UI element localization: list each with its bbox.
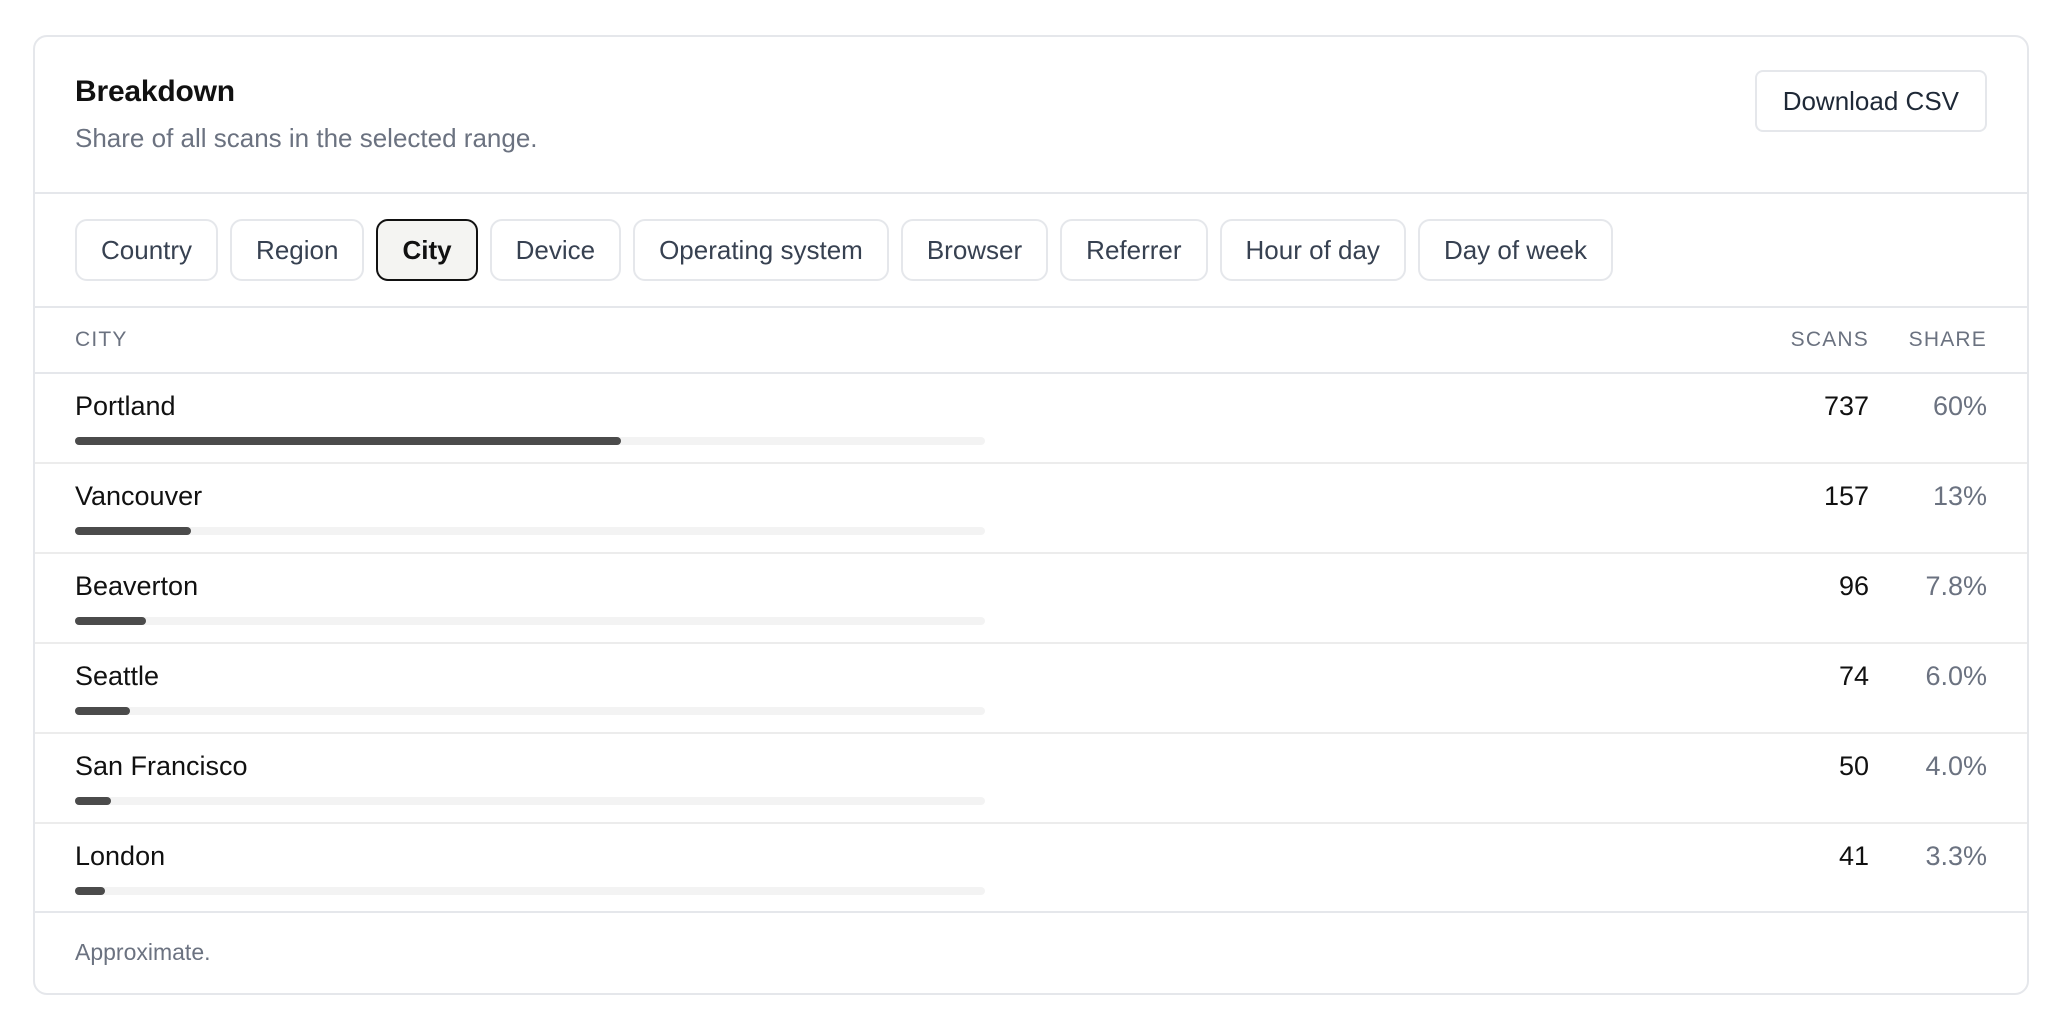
share-bar-fill [75,437,621,445]
share-bar-track [75,797,985,805]
table-row: Portland 737 60% [35,374,2027,464]
share-bar-track [75,437,985,445]
row-city-name: Vancouver [75,481,203,511]
table-row: Beaverton 96 7.8% [35,554,2027,644]
table-header: CITY SCANS SHARE [35,308,2027,374]
share-bar-fill [75,527,192,535]
row-scans-value: 157 [1823,481,1869,511]
share-bar-fill [75,617,146,625]
tab-country[interactable]: Country [75,219,219,281]
tab-operating-system[interactable]: Operating system [633,219,889,281]
row-share-value: 4.0% [1925,751,1987,781]
table-row: Seattle 74 6.0% [35,644,2027,734]
share-bar-fill [75,887,106,895]
row-city-name: Seattle [75,661,160,691]
column-header-share: SHARE [1908,328,1987,351]
tab-city[interactable]: City [376,219,478,281]
download-csv-button[interactable]: Download CSV [1754,70,1987,132]
tab-device[interactable]: Device [489,219,622,281]
tab-browser[interactable]: Browser [900,219,1049,281]
row-city-name: London [75,841,166,871]
row-scans-value: 74 [1838,661,1869,691]
row-scans-value: 50 [1838,751,1869,781]
share-bar-fill [75,707,130,715]
tab-day-of-week[interactable]: Day of week [1417,219,1614,281]
table-row: London 41 3.3% [35,824,2027,914]
row-share-value: 7.8% [1925,571,1987,601]
row-city-name: San Francisco [75,751,248,781]
dimension-tabs: Country Region City Device Operating system B… [35,194,2027,308]
row-share-value: 6.0% [1925,661,1987,691]
table-body: Portland 737 60% Vancouver 157 13% Beaverton 96… [35,374,2027,914]
tab-referrer[interactable]: Referrer [1060,219,1208,281]
column-header-scans: SCANS [1790,328,1869,351]
breakdown-card: Breakdown Share of all scans in the sele… [33,35,2029,995]
card-subtitle: Share of all scans in the selected range… [75,123,538,153]
share-bar-track [75,527,985,535]
tab-hour-of-day[interactable]: Hour of day [1219,219,1406,281]
row-city-name: Beaverton [75,571,199,601]
row-share-value: 13% [1932,481,1987,511]
row-scans-value: 737 [1823,391,1869,421]
table-row: Vancouver 157 13% [35,464,2027,554]
tab-region[interactable]: Region [230,219,365,281]
share-bar-track [75,707,985,715]
row-scans-value: 96 [1838,571,1869,601]
row-city-name: Portland [75,391,176,421]
card-title: Breakdown [75,75,235,108]
table-row: San Francisco 50 4.0% [35,734,2027,824]
row-scans-value: 41 [1838,841,1869,871]
share-bar-fill [75,797,112,805]
row-share-value: 60% [1932,391,1987,421]
row-share-value: 3.3% [1925,841,1987,871]
footer-note: Approximate. [75,939,211,965]
column-header-city: CITY [75,328,128,351]
share-bar-track [75,617,985,625]
share-bar-track [75,887,985,895]
card-footer: Approximate. [35,911,2027,993]
card-header: Breakdown Share of all scans in the sele… [35,37,2027,194]
